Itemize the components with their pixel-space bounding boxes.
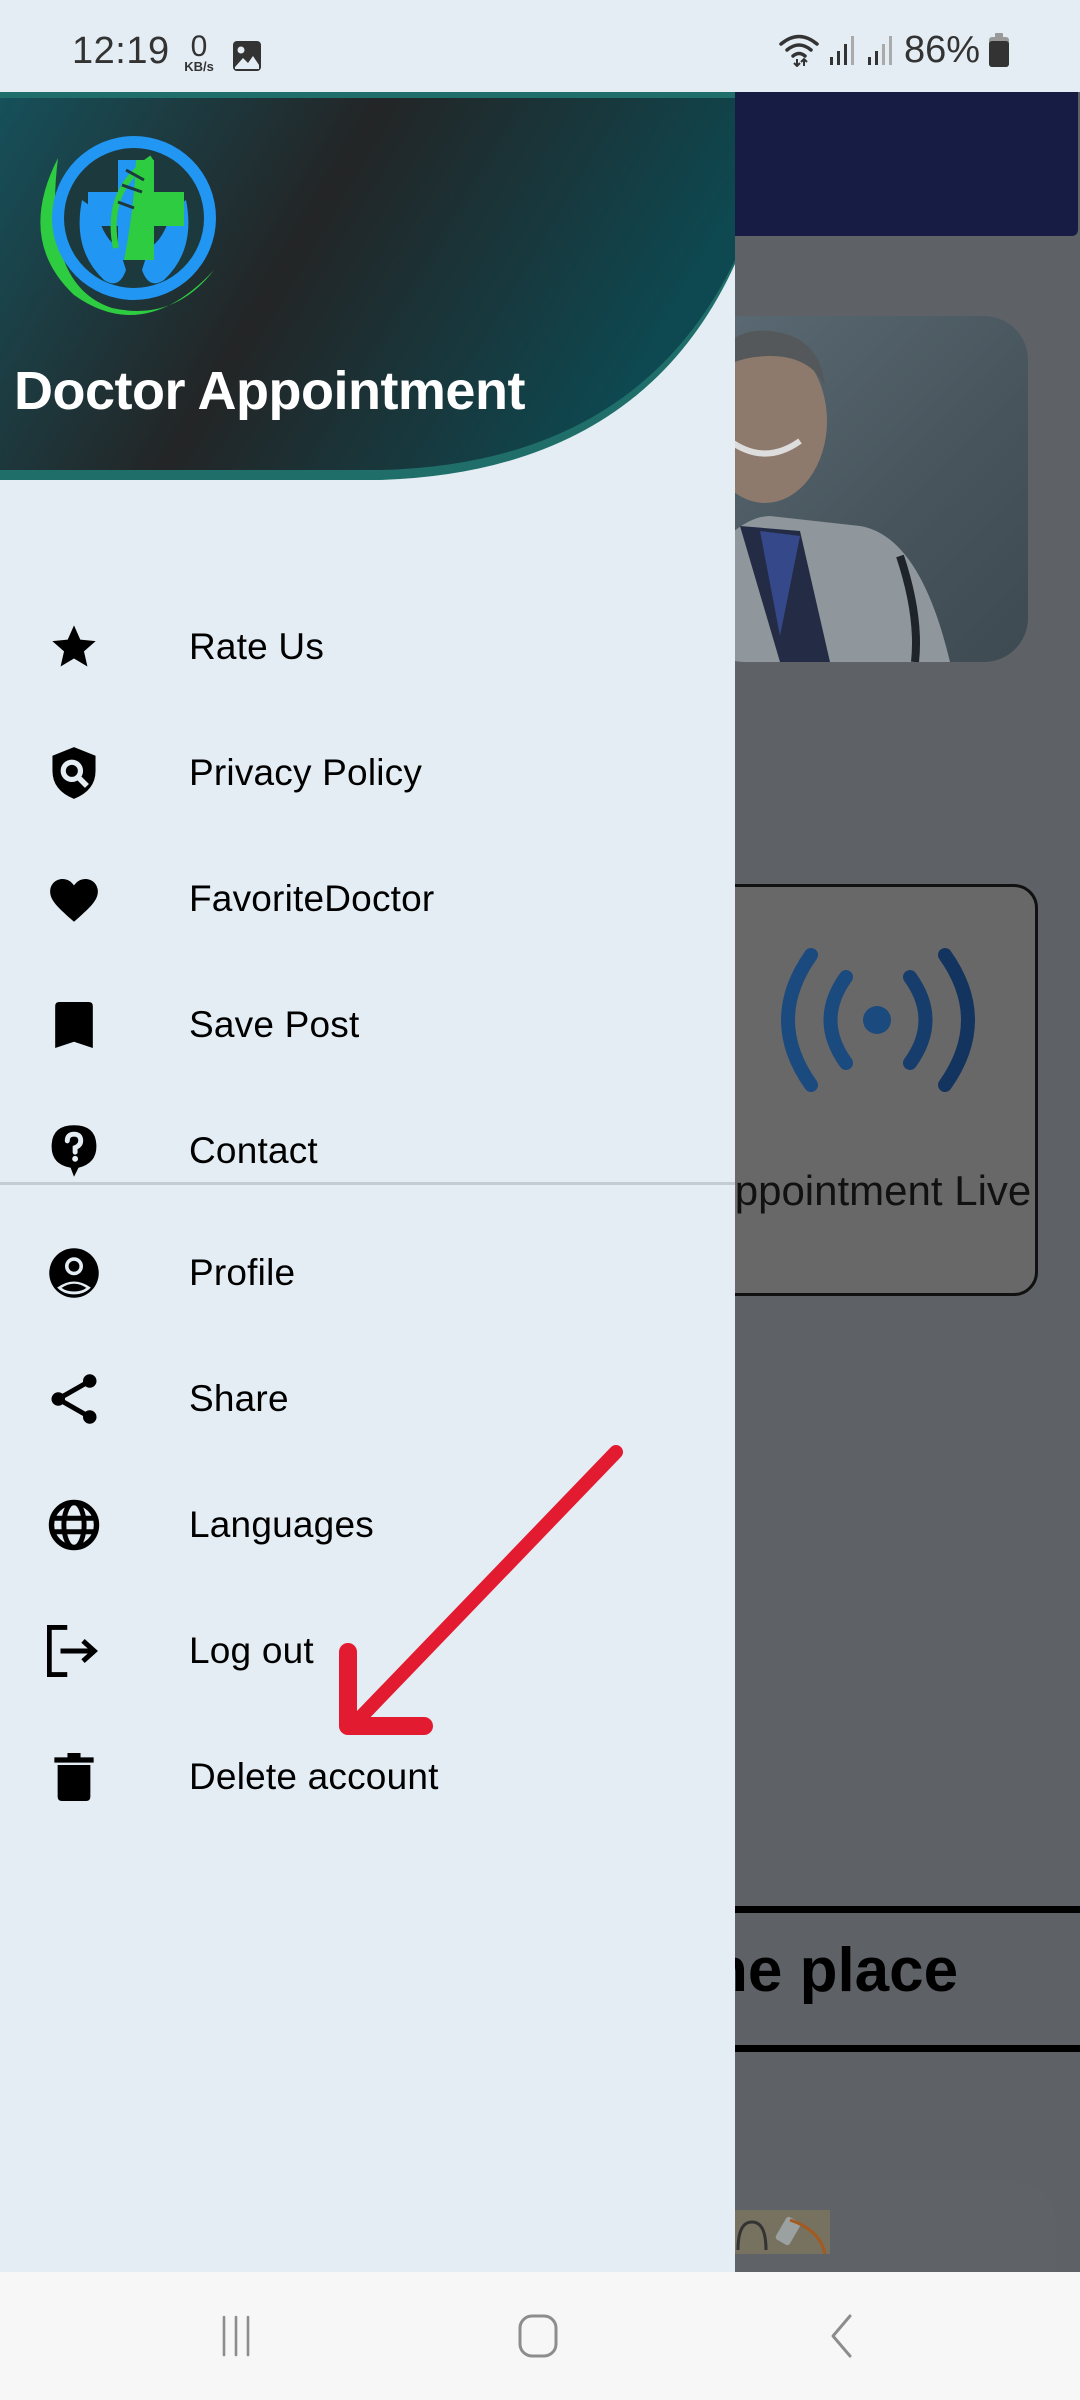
home-button[interactable] — [468, 2272, 608, 2400]
signal-icon-2 — [867, 36, 892, 65]
doctor-photo — [700, 330, 950, 662]
trash-icon — [42, 1745, 106, 1809]
menu-item-rate-us[interactable]: Rate Us — [0, 592, 735, 702]
status-bar: 12:19 0 KB/s 86% — [0, 0, 1080, 92]
menu-item-profile[interactable]: Profile — [0, 1218, 735, 1328]
logout-icon — [42, 1619, 106, 1683]
appointment-live-card[interactable]: Appointment Live — [700, 884, 1038, 1296]
appointment-live-label: Appointment Live — [706, 1167, 1032, 1214]
system-navigation-bar — [0, 2272, 1080, 2400]
network-speed: 0 KB/s — [177, 30, 221, 74]
star-icon — [42, 615, 106, 679]
heart-icon — [42, 867, 106, 931]
broadcast-live-icon — [781, 948, 975, 1092]
menu-item-delete-account[interactable]: Delete account — [0, 1722, 735, 1832]
menu-item-favorite-doctor[interactable]: FavoriteDoctor — [0, 844, 735, 954]
home-icon — [518, 2314, 558, 2358]
menu-label: Save Post — [189, 1004, 360, 1045]
banner-text: ne place — [710, 1936, 959, 2005]
menu-label: Profile — [189, 1252, 296, 1293]
drawer-header: Doctor Appointment — [0, 92, 735, 484]
battery-icon — [989, 33, 1009, 67]
gallery-icon — [233, 41, 261, 71]
network-speed-value: 0 — [190, 30, 208, 63]
menu-label: Share — [189, 1378, 289, 1419]
back-button[interactable] — [771, 2272, 911, 2400]
help-bubble-icon — [42, 1119, 106, 1183]
menu-label: Contact — [189, 1130, 318, 1171]
back-icon — [831, 2314, 852, 2358]
recent-apps-icon — [222, 2315, 250, 2357]
menu-label: FavoriteDoctor — [189, 878, 435, 919]
recent-apps-button[interactable] — [166, 2272, 306, 2400]
navigation-drawer: Doctor Appointment Rate Us Privacy Polic… — [0, 92, 735, 2272]
menu-item-privacy-policy[interactable]: Privacy Policy — [0, 718, 735, 828]
wifi-icon — [779, 34, 819, 67]
signal-icon — [829, 36, 854, 65]
network-speed-unit: KB/s — [184, 59, 214, 74]
menu-item-save-post[interactable]: Save Post — [0, 970, 735, 1080]
doctor-image-card — [700, 316, 1028, 662]
status-time: 12:19 — [72, 30, 170, 72]
menu-label: Privacy Policy — [189, 752, 423, 793]
menu-item-log-out[interactable]: Log out — [0, 1596, 735, 1706]
menu-item-languages[interactable]: Languages — [0, 1470, 735, 1580]
support-illustration — [730, 2210, 830, 2254]
screen: 12:19 0 KB/s 86% Appointment Live ne pla… — [0, 0, 1080, 2400]
share-icon — [42, 1367, 106, 1431]
account-circle-icon — [42, 1241, 106, 1305]
menu-label: Log out — [189, 1630, 314, 1671]
menu-label: Delete account — [189, 1756, 439, 1797]
doctor-appointment-logo — [40, 136, 216, 315]
menu-divider — [0, 1182, 735, 1185]
battery-percent: 86% — [903, 28, 980, 71]
banner-band: ne place — [700, 1906, 1080, 2052]
menu-label: Languages — [189, 1504, 374, 1545]
globe-icon — [42, 1493, 106, 1557]
drawer-app-title: Doctor Appointment — [14, 361, 525, 421]
menu-item-contact[interactable]: Contact — [0, 1096, 735, 1206]
status-right: 86% — [778, 28, 1010, 71]
menu-item-share[interactable]: Share — [0, 1344, 735, 1454]
menu-label: Rate Us — [189, 626, 325, 667]
shield-search-icon — [42, 741, 106, 805]
bookmark-icon — [42, 993, 106, 1057]
